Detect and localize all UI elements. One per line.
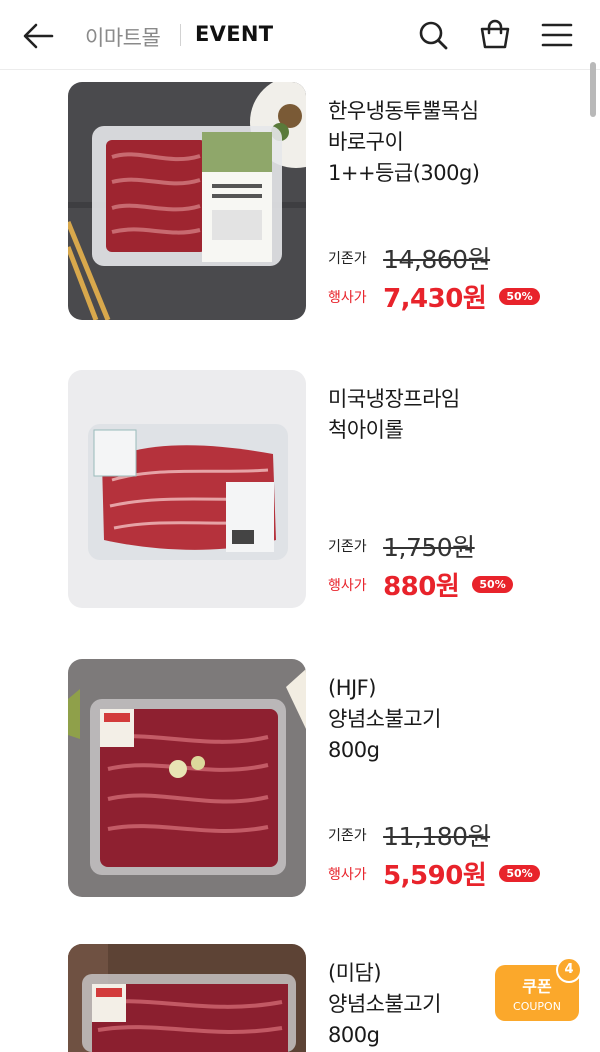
sale-price: 5,590원 [383,861,487,891]
sale-price-label: 행사가 [328,866,367,883]
header-divider [180,24,181,46]
coupon-button[interactable]: 쿠폰 COUPON 4 [495,957,582,1021]
original-price-row: 기존가 14,860원 [328,240,491,276]
product-info: 미국냉장프라임 척아이롤 [328,384,568,446]
cart-button[interactable] [476,16,514,54]
original-price: 14,860원 [383,245,491,274]
sale-price: 7,430원 [383,284,487,314]
original-price-label: 기존가 [328,539,367,555]
product-info: (HJF) 양념소불고기 800g [328,673,568,766]
original-price: 1,750원 [383,533,475,562]
product-image [68,82,306,320]
sale-price-row: 행사가 7,430원 50% [328,278,540,315]
hamburger-menu-icon [541,23,573,47]
arrow-left-icon [23,23,54,49]
product-card[interactable]: 미국냉장프라임 척아이롤 기존가 1,750원 행사가 880원 50% [68,370,568,610]
coupon-label-en: COUPON [513,1000,561,1013]
original-price-label: 기존가 [328,251,367,267]
page-title: EVENT [195,22,274,46]
shopping-bag-icon [480,19,510,49]
product-image [68,944,306,1052]
discount-badge: 50% [472,576,513,593]
brand-name[interactable]: 이마트몰 [85,22,161,52]
sale-price: 880원 [383,572,460,602]
coupon-count-badge: 4 [556,957,582,983]
scrollbar-thumb[interactable] [590,62,596,117]
top-header: 이마트몰 EVENT [0,0,600,70]
menu-button[interactable] [538,16,576,54]
sale-price-label: 행사가 [328,577,367,594]
product-image [68,370,306,608]
original-price-label: 기존가 [328,828,367,844]
original-price-row: 기존가 11,180원 [328,817,491,853]
discount-badge: 50% [499,288,540,305]
search-button[interactable] [414,16,452,54]
sale-price-row: 행사가 880원 50% [328,566,513,603]
product-card[interactable]: 한우냉동투뿔목심 바로구이 1++등급(300g) 기존가 14,860원 행사… [68,82,568,322]
product-info: 한우냉동투뿔목심 바로구이 1++등급(300g) [328,96,568,189]
discount-badge: 50% [499,865,540,882]
back-button[interactable] [18,16,58,56]
product-image [68,659,306,897]
original-price: 11,180원 [383,822,491,851]
search-icon [419,21,448,50]
original-price-row: 기존가 1,750원 [328,528,475,564]
product-name: 한우냉동투뿔목심 바로구이 1++등급(300g) [328,99,480,185]
product-card[interactable]: (HJF) 양념소불고기 800g 기존가 11,180원 행사가 5,590원… [68,659,568,899]
sale-price-row: 행사가 5,590원 50% [328,855,540,892]
product-card[interactable]: (미담) 양념소불고기 800g [68,944,568,1052]
sale-price-label: 행사가 [328,289,367,306]
product-name: 미국냉장프라임 척아이롤 [328,387,460,442]
product-name: (HJF) 양념소불고기 800g [328,676,441,762]
